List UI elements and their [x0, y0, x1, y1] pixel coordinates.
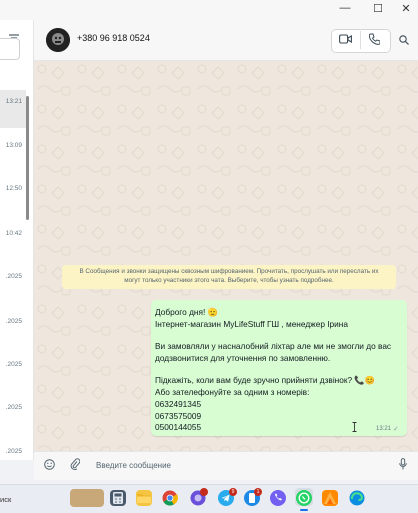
text-cursor-icon — [352, 422, 357, 432]
chat-list-time: .2025 — [5, 318, 22, 325]
calculator-icon[interactable] — [110, 490, 126, 506]
taskbar-search[interactable]: иск — [0, 495, 11, 504]
viber-icon[interactable] — [270, 490, 286, 506]
message-line: 0673575009 — [155, 411, 202, 421]
app-icon[interactable] — [322, 490, 338, 506]
message-input[interactable] — [96, 458, 346, 472]
emoji-icon[interactable] — [44, 459, 55, 470]
taskbar-widget-icon[interactable] — [70, 489, 104, 507]
attach-icon[interactable] — [70, 458, 80, 470]
message-line: 0500144055 — [155, 422, 202, 432]
video-call-icon[interactable] — [339, 34, 352, 44]
chat-list-time: .2025 — [5, 404, 22, 411]
message-line: Доброго дня! 🫡 — [155, 307, 218, 317]
whatsapp-icon[interactable] — [296, 490, 312, 506]
contact-name[interactable]: +380 96 918 0524 — [77, 33, 150, 43]
chat-list-time: 10:42 — [5, 230, 22, 237]
notification-badge — [200, 488, 208, 496]
message-line: Ви замовляли у насналобний ліхтар але ми… — [155, 341, 392, 351]
chat-list-time: 13:09 — [5, 142, 22, 149]
chat-list-scrollbar[interactable] — [26, 96, 29, 220]
chat-list-time: 13:21 — [5, 98, 22, 105]
message-status-icon: ✓ — [393, 426, 399, 433]
search-icon[interactable] — [399, 35, 409, 45]
active-indicator — [300, 509, 308, 511]
chat-list-panel — [0, 20, 34, 460]
divider — [360, 31, 361, 49]
telegram-badge: 9 — [229, 488, 237, 496]
chat-search-input[interactable] — [0, 38, 20, 60]
encryption-notice-line: могут только участники этого чата. Выбер… — [124, 277, 334, 284]
message-line: Підкажіть, коли вам буде зручно прийняти… — [155, 375, 376, 385]
close-button[interactable]: ✕ — [392, 0, 418, 16]
chat-list-time: 12:50 — [5, 185, 22, 192]
avatar[interactable] — [46, 28, 70, 52]
edge-icon[interactable] — [349, 490, 365, 506]
message-line: 0632491345 — [155, 399, 202, 409]
chrome-icon[interactable] — [162, 490, 178, 506]
message-time: 13:21 — [376, 426, 392, 432]
message-line: Інтернет-магазин MyLifeStuff ГШ , менедж… — [155, 319, 348, 329]
encryption-notice-line: В Сообщения и звонки защищены сквозным ш… — [79, 268, 379, 275]
voice-call-icon[interactable] — [369, 33, 380, 45]
minimize-button[interactable]: — — [331, 0, 359, 16]
message-line: Або зателефонуйте за одним з номерів: — [155, 387, 310, 397]
microphone-icon[interactable] — [399, 458, 407, 470]
chat-list-time: .2025 — [5, 448, 22, 455]
maximize-button[interactable]: ☐ — [364, 0, 392, 16]
message-line: додзвонитися для уточнення по замовленню… — [155, 353, 331, 363]
chat-list-time: .2025 — [5, 273, 22, 280]
chat-list-item-selected[interactable] — [0, 90, 26, 128]
file-explorer-icon[interactable] — [136, 490, 152, 506]
encryption-notice[interactable]: В Сообщения и звонки защищены сквозным ш… — [62, 265, 396, 289]
phone-link-badge: 1 — [254, 488, 262, 496]
chat-list-time: .2025 — [5, 361, 22, 368]
